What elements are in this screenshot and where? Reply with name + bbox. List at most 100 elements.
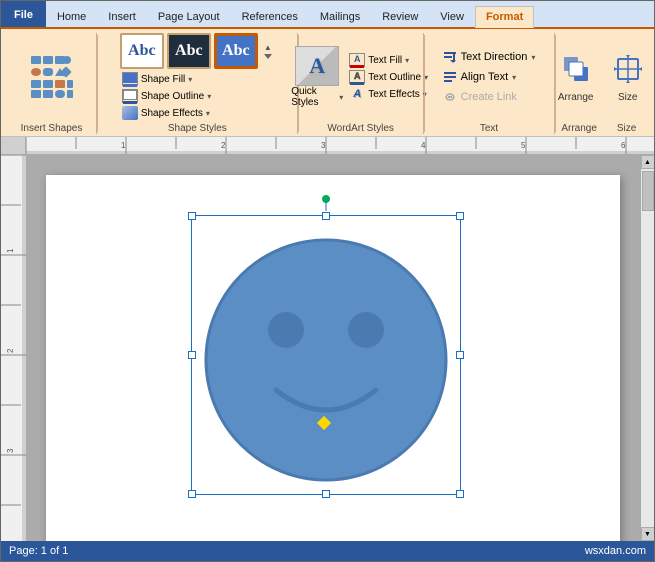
arrange-label: Arrange	[558, 92, 594, 103]
group-wordart-styles: A Quick Styles ▾ A Te	[299, 33, 424, 134]
group-shape-styles: Abc Abc Abc ▲	[98, 33, 298, 134]
text-effects-button[interactable]: A Text Effects ▾	[347, 86, 430, 102]
tab-references[interactable]: References	[231, 5, 309, 27]
text-group-label: Text	[431, 123, 548, 134]
text-direction-icon	[443, 50, 457, 64]
svg-text:5: 5	[521, 141, 526, 150]
smiley-shape[interactable]	[191, 215, 461, 495]
group-text: Text Direction ▾ Align Text ▾	[425, 33, 555, 134]
fill-color-icon	[122, 72, 138, 86]
tab-home[interactable]: Home	[46, 5, 97, 27]
tab-file[interactable]: File	[1, 1, 46, 27]
shape-fill-button[interactable]: Shape Fill ▾	[120, 71, 275, 87]
rotate-line	[326, 199, 327, 211]
tab-format[interactable]: Format	[475, 6, 534, 28]
page-info: Page: 1 of 1	[9, 545, 68, 557]
v-ruler-marks: 1 2 3	[1, 155, 26, 541]
chevron-down-icon	[264, 54, 272, 59]
scroll-down-button[interactable]: ▼	[641, 527, 655, 541]
text-fill-icon: A	[349, 53, 365, 67]
wordart-styles-label: WordArt Styles	[305, 123, 417, 134]
quick-styles-icon: A	[295, 46, 339, 86]
fill-dropdown-arrow: ▾	[188, 75, 192, 84]
svg-text:2: 2	[6, 348, 15, 353]
shape-styles-content: Abc Abc Abc ▲	[120, 33, 275, 121]
shape-container[interactable]	[191, 215, 461, 495]
shape-outline-button[interactable]: Shape Outline ▾	[120, 88, 275, 104]
shape-styles-inner: Abc Abc Abc ▲	[120, 33, 275, 121]
effects-icon	[122, 106, 138, 120]
tab-insert[interactable]: Insert	[97, 5, 147, 27]
text-direction-button[interactable]: Text Direction ▾	[439, 48, 540, 66]
text-outline-icon: A	[349, 70, 365, 84]
svg-text:4: 4	[421, 141, 426, 150]
insert-shapes-content	[27, 33, 77, 121]
brand-label: wsxdan.com	[585, 545, 646, 557]
swatch-3[interactable]: Abc	[214, 33, 258, 69]
arrange-size-label: Arrange Size	[561, 123, 642, 134]
app-window: File Home Insert Page Layout References …	[0, 0, 655, 562]
scrollbar-vertical[interactable]: ▲ ▼	[640, 155, 654, 541]
main-area: 1 2 3 4 5 6	[1, 137, 654, 541]
swatch-more-button[interactable]: ▲	[261, 33, 275, 69]
arrange-size-content: Arrange	[552, 33, 652, 121]
chevron-up-icon: ▲	[264, 43, 272, 52]
text-direction-arrow: ▾	[531, 53, 535, 62]
svg-text:3: 3	[6, 448, 15, 453]
align-text-button[interactable]: Align Text ▾	[439, 68, 540, 86]
outline-color-icon	[122, 89, 138, 103]
text-fill-arrow: ▾	[405, 56, 409, 65]
size-label: Size	[618, 92, 637, 103]
document-canvas	[26, 155, 640, 541]
align-text-arrow: ▾	[512, 73, 516, 82]
ruler-area: 1 2 3 4 5 6	[1, 137, 654, 155]
shapes-icon	[29, 54, 75, 100]
status-right: wsxdan.com	[585, 545, 646, 557]
create-link-button[interactable]: Create Link	[439, 88, 540, 106]
insert-shapes-label: Insert Shapes	[13, 123, 90, 134]
svg-text:3: 3	[321, 141, 326, 150]
shape-effects-button[interactable]: Shape Effects ▾	[120, 105, 275, 121]
text-fill-button[interactable]: A Text Fill ▾	[347, 52, 430, 68]
ribbon-content: Insert Shapes Abc Abc	[1, 27, 654, 136]
scroll-thumb[interactable]	[642, 171, 654, 211]
size-icon	[612, 53, 644, 90]
arrange-button[interactable]: Arrange	[552, 49, 600, 105]
group-arrange-size: Arrange	[555, 33, 648, 134]
vertical-ruler: 1 2 3	[1, 155, 26, 541]
wordart-mini-buttons: A Text Fill ▾ A Text Outline	[347, 52, 430, 102]
text-group-content: Text Direction ▾ Align Text ▾	[439, 33, 540, 121]
effects-dropdown-arrow: ▾	[206, 109, 210, 118]
tab-page-layout[interactable]: Page Layout	[147, 5, 231, 27]
ribbon: File Home Insert Page Layout References …	[1, 1, 654, 137]
svg-text:2: 2	[221, 141, 226, 150]
svg-text:6: 6	[621, 141, 626, 150]
outline-dropdown-arrow: ▾	[207, 92, 211, 101]
group-insert-shapes: Insert Shapes	[7, 33, 97, 134]
ruler-corner	[1, 137, 26, 155]
ribbon-tab-row: File Home Insert Page Layout References …	[1, 1, 654, 27]
quick-styles-button[interactable]: A Quick Styles ▾	[291, 46, 343, 108]
text-group-inner: Text Direction ▾ Align Text ▾	[439, 48, 540, 106]
create-link-icon	[443, 90, 457, 104]
ruler-marks: 1 2 3 4 5 6	[26, 137, 654, 155]
quick-styles-arrow: ▾	[339, 93, 343, 102]
swatch-2[interactable]: Abc	[167, 33, 211, 69]
shapes-button[interactable]	[27, 52, 77, 102]
text-outline-button[interactable]: A Text Outline ▾	[347, 69, 430, 85]
arrange-icon	[560, 53, 592, 90]
text-effects-icon: A	[349, 87, 365, 101]
tab-view[interactable]: View	[429, 5, 475, 27]
size-button[interactable]: Size	[604, 49, 652, 105]
wordart-content: A Quick Styles ▾ A Te	[291, 33, 430, 121]
style-swatches: Abc Abc Abc ▲	[120, 33, 275, 69]
document-page[interactable]	[46, 175, 620, 541]
svg-text:1: 1	[121, 141, 126, 150]
doc-row: 1 2 3	[1, 155, 654, 541]
svg-text:1: 1	[6, 248, 15, 253]
swatch-1[interactable]: Abc	[120, 33, 164, 69]
tab-review[interactable]: Review	[371, 5, 429, 27]
tab-mailings[interactable]: Mailings	[309, 5, 371, 27]
scroll-up-button[interactable]: ▲	[641, 155, 655, 169]
horizontal-ruler: 1 2 3 4 5 6	[26, 137, 654, 155]
